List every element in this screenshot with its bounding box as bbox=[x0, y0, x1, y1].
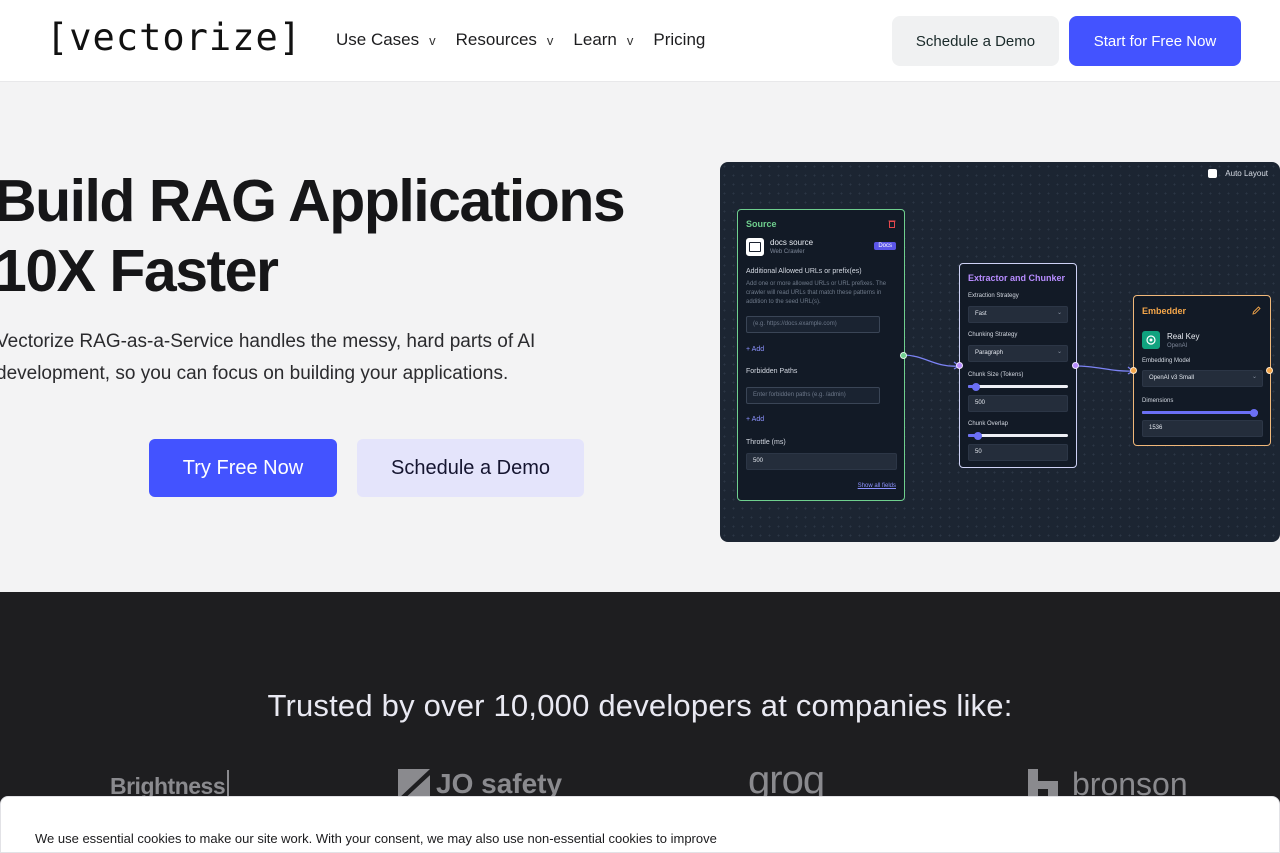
extraction-strategy-value: Fast bbox=[975, 311, 987, 317]
schedule-demo-hero-button[interactable]: Schedule a Demo bbox=[357, 439, 584, 497]
main-menu: Use Cases v Resources v Learn v Pricing bbox=[336, 30, 725, 50]
openai-icon bbox=[1142, 331, 1160, 349]
chevron-down-icon: ⌄ bbox=[1056, 349, 1062, 355]
hero-title-line: 10X Faster bbox=[0, 238, 279, 304]
chunking-strategy-select[interactable]: Paragraph ⌄ bbox=[968, 345, 1068, 362]
chunk-overlap-input[interactable]: 50 bbox=[968, 444, 1068, 461]
dimensions-label: Dimensions bbox=[1142, 398, 1174, 404]
top-nav: [vectorize] Use Cases v Resources v Lear… bbox=[0, 0, 1280, 82]
add-forbidden-link[interactable]: + Add bbox=[746, 416, 764, 423]
slider-knob[interactable] bbox=[972, 382, 980, 391]
extractor-input-port[interactable] bbox=[956, 362, 963, 369]
source-type: Web Crawler bbox=[770, 249, 805, 255]
pipeline-canvas[interactable]: Auto Layout Source docs source Web Crawl… bbox=[720, 162, 1280, 542]
chunking-strategy-label: Chunking Strategy bbox=[968, 332, 1018, 338]
menu-item-label: Use Cases bbox=[336, 30, 420, 49]
edit-icon[interactable] bbox=[1252, 306, 1261, 315]
docs-badge[interactable]: Docs bbox=[874, 242, 896, 250]
vectorize-logo[interactable]: [vectorize] bbox=[46, 16, 302, 59]
source-output-port[interactable] bbox=[900, 352, 907, 359]
edge-extractor-embedder bbox=[1075, 365, 1134, 372]
menu-item-learn[interactable]: Learn v bbox=[573, 30, 633, 50]
extractor-node[interactable]: Extractor and Chunker Extraction Strateg… bbox=[959, 263, 1077, 468]
dimensions-input[interactable]: 1536 bbox=[1142, 420, 1263, 437]
chevron-down-icon: ⌄ bbox=[1056, 310, 1062, 316]
chunking-strategy-value: Paragraph bbox=[975, 350, 1004, 356]
hero-subtitle-line: Vectorize RAG-as-a-Service handles the m… bbox=[0, 331, 536, 352]
hero-title: Build RAG Applications 10X Faster bbox=[0, 166, 694, 306]
chevron-down-icon: v bbox=[546, 32, 554, 48]
extractor-title: Extractor and Chunker bbox=[968, 273, 1066, 283]
try-free-button[interactable]: Try Free Now bbox=[149, 439, 337, 497]
schedule-demo-button[interactable]: Schedule a Demo bbox=[892, 16, 1059, 66]
embedder-node[interactable]: Embedder Real Key OpenAI Embedding Model… bbox=[1133, 295, 1271, 446]
edge-source-extractor bbox=[902, 354, 960, 367]
chevron-down-icon: v bbox=[429, 32, 436, 48]
show-all-fields-link[interactable]: Show all fields bbox=[858, 483, 896, 489]
jo-safety-mark-icon bbox=[398, 769, 430, 799]
menu-item-label: Pricing bbox=[653, 30, 706, 49]
hero-title-line: Build RAG Applications bbox=[0, 168, 626, 234]
docs-badge-label: Docs bbox=[878, 243, 892, 249]
start-free-button[interactable]: Start for Free Now bbox=[1069, 16, 1241, 66]
embedder-input-port[interactable] bbox=[1130, 367, 1137, 374]
forbidden-paths-label: Forbidden Paths bbox=[746, 368, 798, 375]
extraction-strategy-label: Extraction Strategy bbox=[968, 293, 1019, 299]
menu-item-label: Learn bbox=[573, 30, 617, 49]
chunk-size-input[interactable]: 500 bbox=[968, 395, 1068, 412]
embedder-key-name: Real Key bbox=[1167, 332, 1200, 341]
extractor-output-port[interactable] bbox=[1072, 362, 1079, 369]
add-url-link[interactable]: + Add bbox=[746, 346, 764, 353]
allowed-urls-hint: Add one or more allowed URLs or URL pref… bbox=[746, 281, 887, 305]
trash-icon[interactable] bbox=[888, 219, 896, 228]
throttle-input[interactable]: 500 bbox=[746, 453, 897, 470]
forbidden-paths-input[interactable]: Enter forbidden paths (e.g. /admin) bbox=[746, 387, 880, 404]
embedding-model-value: OpenAI v3 Small bbox=[1149, 375, 1195, 381]
chevron-down-icon: ⌄ bbox=[1251, 374, 1257, 380]
embedder-output-port[interactable] bbox=[1266, 367, 1273, 374]
chunk-size-slider[interactable] bbox=[968, 382, 1068, 391]
embedding-model-select[interactable]: OpenAI v3 Small ⌄ bbox=[1142, 370, 1263, 387]
chevron-down-icon: v bbox=[626, 32, 634, 48]
menu-item-use-cases[interactable]: Use Cases v bbox=[336, 30, 436, 50]
source-node[interactable]: Source docs source Web Crawler Docs Addi… bbox=[737, 209, 905, 501]
embedder-title: Embedder bbox=[1142, 306, 1187, 316]
throttle-label: Throttle (ms) bbox=[746, 439, 786, 446]
menu-item-label: Resources bbox=[455, 30, 537, 49]
cookie-text: We use essential cookies to make our sit… bbox=[35, 831, 717, 853]
web-crawler-icon bbox=[746, 238, 764, 256]
source-title: Source bbox=[746, 219, 777, 229]
trusted-title: Trusted by over 10,000 developers at com… bbox=[267, 688, 1013, 723]
chunk-size-label: Chunk Size (Tokens) bbox=[968, 372, 1024, 378]
chunk-overlap-label: Chunk Overlap bbox=[968, 421, 1009, 427]
cookie-banner: We use essential cookies to make our sit… bbox=[0, 796, 1280, 853]
source-name: docs source bbox=[770, 238, 814, 247]
allowed-urls-input[interactable]: (e.g. https://docs.example.com) bbox=[746, 316, 880, 333]
slider-fill bbox=[1142, 411, 1258, 414]
menu-item-pricing[interactable]: Pricing bbox=[653, 30, 705, 50]
embedder-provider: OpenAI bbox=[1167, 343, 1188, 349]
allowed-urls-label: Additional Allowed URLs or prefix(es) bbox=[746, 268, 862, 275]
extraction-strategy-select[interactable]: Fast ⌄ bbox=[968, 306, 1068, 323]
hero-subtitle: Vectorize RAG-as-a-Service handles the m… bbox=[0, 326, 596, 390]
dimensions-slider[interactable] bbox=[1142, 408, 1258, 417]
menu-item-resources[interactable]: Resources v bbox=[456, 30, 554, 50]
chunk-overlap-slider[interactable] bbox=[968, 431, 1068, 440]
hero-subtitle-line: development, so you can focus on buildin… bbox=[0, 363, 509, 384]
slider-knob[interactable] bbox=[974, 431, 982, 440]
slider-knob[interactable] bbox=[1250, 408, 1258, 417]
embedding-model-label: Embedding Model bbox=[1142, 358, 1191, 364]
